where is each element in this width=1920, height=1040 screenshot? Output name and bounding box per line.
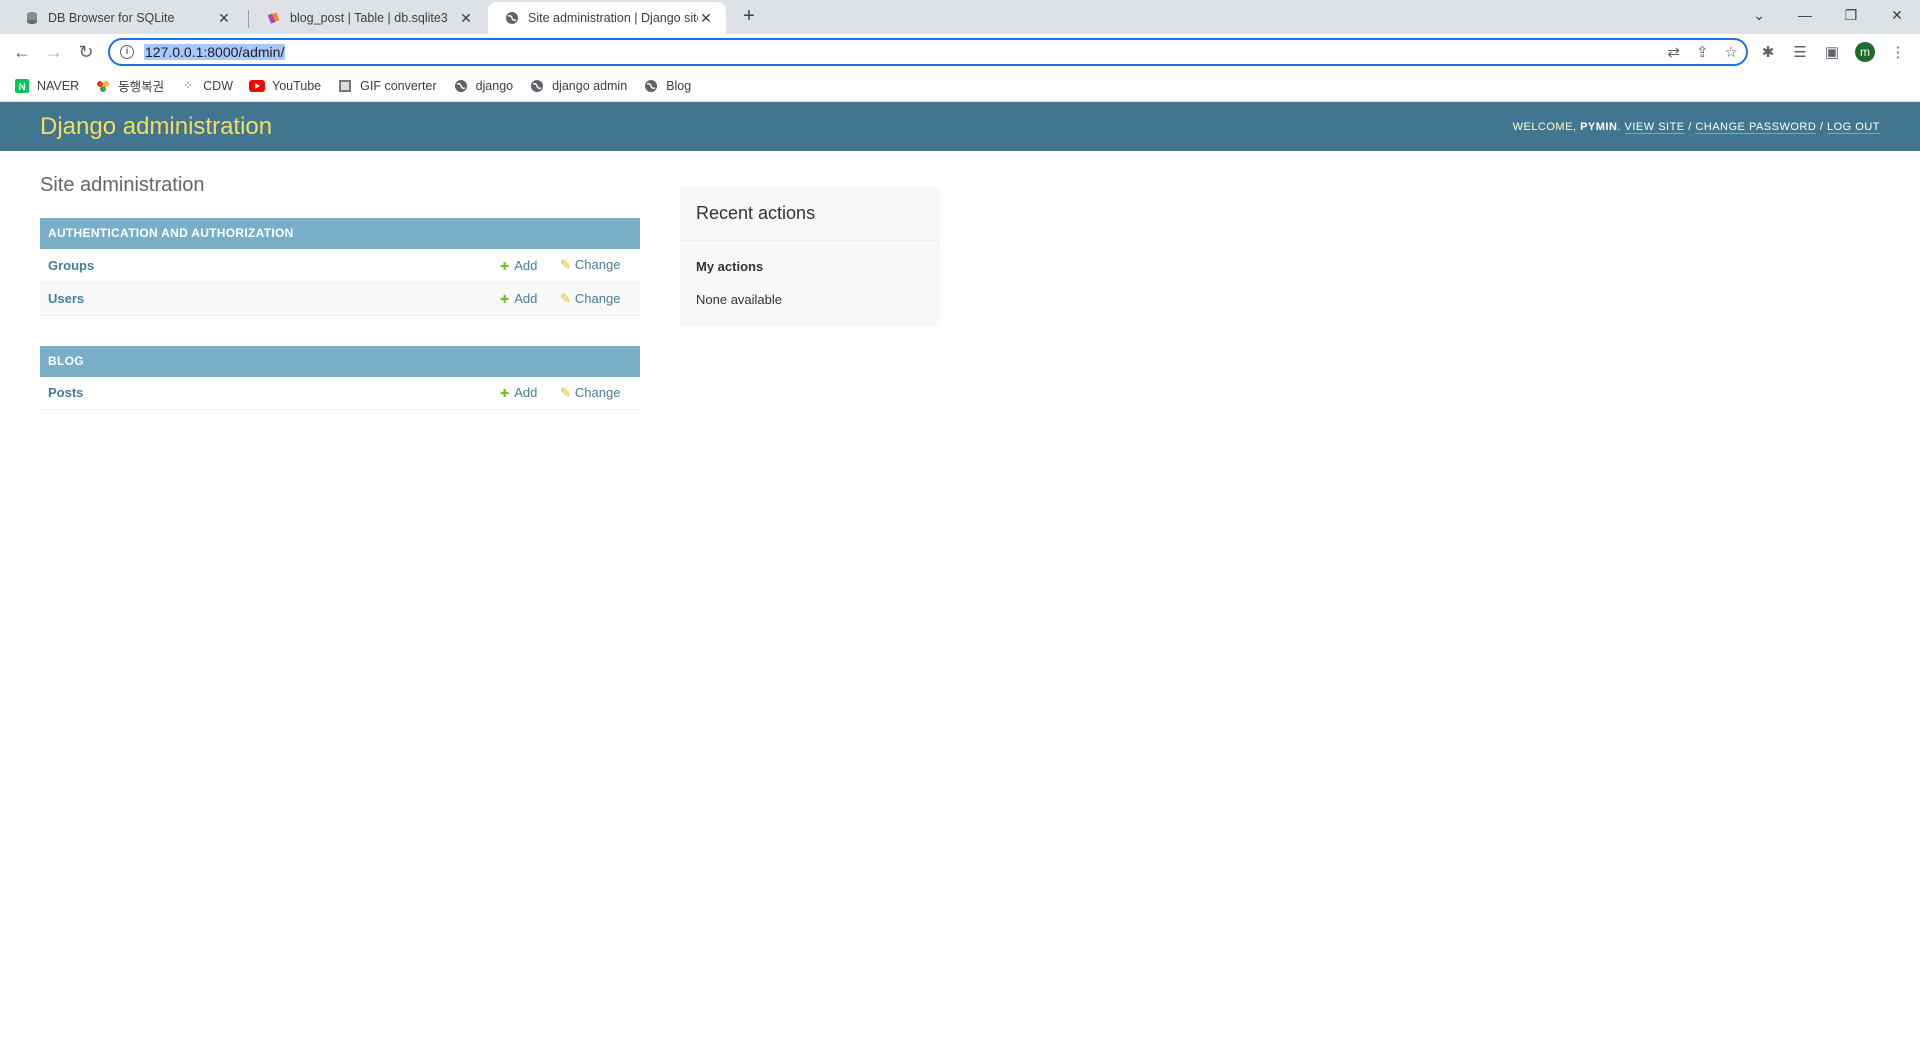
bookmarks-bar: N NAVER 동행복권 ⁘ CDW YouTube GIF converter…	[0, 70, 1920, 102]
tab-search-icon[interactable]: ⌄	[1736, 0, 1782, 30]
close-icon[interactable]: ✕	[458, 10, 474, 26]
minimize-button[interactable]: —	[1782, 0, 1828, 30]
bookmark-label: django	[475, 78, 514, 93]
add-groups-link[interactable]: Add	[500, 258, 537, 273]
log-out-link[interactable]: Log out	[1826, 120, 1880, 134]
new-tab-button[interactable]: +	[738, 6, 760, 28]
extensions-icon[interactable]: ✱	[1758, 42, 1778, 62]
admin-content: Site administration Authentication and A…	[0, 151, 1920, 460]
app-module-auth: Authentication and Authorization Groups …	[40, 218, 640, 316]
bookmark-naver[interactable]: N NAVER	[14, 78, 79, 94]
bookmark-blog[interactable]: Blog	[643, 78, 691, 94]
bookmark-label: 동행복권	[118, 80, 165, 94]
page-title: Site administration	[40, 174, 205, 196]
add-users-link[interactable]: Add	[500, 291, 537, 306]
recent-actions-panel: Recent actions My actions None available	[680, 187, 940, 327]
forward-button[interactable]: →	[42, 40, 66, 64]
recent-actions-title: Recent actions	[680, 187, 940, 241]
model-link-posts[interactable]: Posts	[40, 377, 500, 410]
close-window-button[interactable]: ✕	[1874, 0, 1920, 30]
tab-strip: DB Browser for SQLite ✕ blog_post | Tabl…	[0, 0, 1920, 34]
admin-header: Django administration Welcome, pymin. Vi…	[0, 102, 1920, 151]
bookmark-youtube[interactable]: YouTube	[249, 78, 321, 94]
tab-divider	[248, 10, 249, 28]
lottery-icon	[95, 78, 111, 94]
globe-icon	[453, 78, 469, 94]
naver-icon: N	[14, 78, 30, 94]
globe-icon	[643, 78, 659, 94]
close-icon[interactable]: ✕	[216, 10, 232, 26]
change-posts-link[interactable]: Change	[560, 385, 620, 400]
module-caption[interactable]: Authentication and Authorization	[40, 218, 640, 249]
app-module-blog: Blog Posts Add Change	[40, 345, 640, 411]
globe-icon	[504, 10, 520, 26]
table-row: Users Add Change	[40, 282, 640, 315]
change-password-link[interactable]: Change password	[1695, 120, 1817, 134]
view-site-link[interactable]: View site	[1624, 120, 1685, 134]
gif-icon	[337, 78, 353, 94]
tab-db-browser[interactable]: DB Browser for SQLite ✕	[8, 2, 244, 34]
avatar[interactable]: m	[1855, 42, 1875, 62]
svg-text:N: N	[19, 82, 26, 93]
url-text[interactable]: 127.0.0.1:8000/admin/	[144, 44, 286, 60]
tab-blog-post[interactable]: blog_post | Table | db.sqlite3 ✕	[250, 2, 486, 34]
tab-title: blog_post | Table | db.sqlite3	[290, 11, 448, 25]
translate-icon[interactable]: ⇄	[1667, 43, 1680, 61]
profile-initial: m	[1855, 42, 1875, 62]
bookmark-label: django admin	[552, 78, 628, 93]
tab-title: DB Browser for SQLite	[48, 11, 175, 25]
bookmark-label: GIF converter	[360, 78, 437, 93]
database-icon	[24, 10, 40, 26]
reload-button[interactable]: ↻	[74, 40, 98, 64]
model-link-groups[interactable]: Groups	[40, 249, 500, 282]
reading-list-icon[interactable]: ☰	[1790, 42, 1810, 62]
globe-icon	[529, 78, 545, 94]
bookmark-label: YouTube	[272, 78, 322, 93]
bookmark-gif-converter[interactable]: GIF converter	[337, 78, 437, 94]
bookmark-django[interactable]: django	[453, 78, 514, 94]
menu-icon[interactable]: ⋮	[1888, 42, 1908, 62]
tab-title: Site administration | Django site	[528, 11, 698, 25]
my-actions-heading: My actions	[696, 259, 764, 274]
youtube-icon	[249, 78, 266, 94]
brush-icon	[266, 10, 282, 26]
bookmark-django-admin[interactable]: django admin	[529, 78, 627, 94]
bookmark-cdw[interactable]: ⁘ CDW	[180, 78, 233, 94]
change-groups-link[interactable]: Change	[560, 257, 620, 272]
close-icon[interactable]: ✕	[698, 10, 714, 26]
user-tools: Welcome, pymin. View site / Change passw…	[1512, 120, 1880, 134]
username: pymin	[1580, 120, 1618, 133]
change-users-link[interactable]: Change	[560, 291, 620, 306]
bookmark-label: Blog	[666, 78, 692, 93]
browser-toolbar: ← → ↻ i 127.0.0.1:8000/admin/ ⇄ ⇪ ☆ ✱ ☰ …	[0, 34, 1920, 70]
table-row: Posts Add Change	[40, 377, 640, 410]
site-branding[interactable]: Django administration	[40, 113, 272, 141]
side-panel-icon[interactable]: ▣	[1822, 42, 1842, 62]
table-row: Groups Add Change	[40, 249, 640, 282]
tab-site-administration[interactable]: Site administration | Django site ✕	[488, 2, 726, 34]
site-info-icon[interactable]: i	[120, 45, 134, 59]
bookmark-label: NAVER	[37, 78, 80, 93]
bookmark-lottery[interactable]: 동행복권	[95, 76, 164, 95]
none-available-text: None available	[696, 292, 783, 307]
back-button[interactable]: ←	[10, 40, 34, 64]
share-icon[interactable]: ⇪	[1696, 43, 1709, 61]
restore-button[interactable]: ❐	[1828, 0, 1874, 30]
cdw-icon: ⁘	[183, 80, 193, 92]
bookmark-label: CDW	[203, 78, 234, 93]
model-link-users[interactable]: Users	[40, 282, 500, 315]
add-posts-link[interactable]: Add	[500, 385, 537, 400]
address-bar[interactable]: i 127.0.0.1:8000/admin/ ⇄ ⇪ ☆	[108, 38, 1748, 66]
welcome-text: Welcome,	[1512, 120, 1577, 133]
module-caption[interactable]: Blog	[40, 345, 640, 377]
bookmark-star-icon[interactable]: ☆	[1725, 43, 1738, 61]
